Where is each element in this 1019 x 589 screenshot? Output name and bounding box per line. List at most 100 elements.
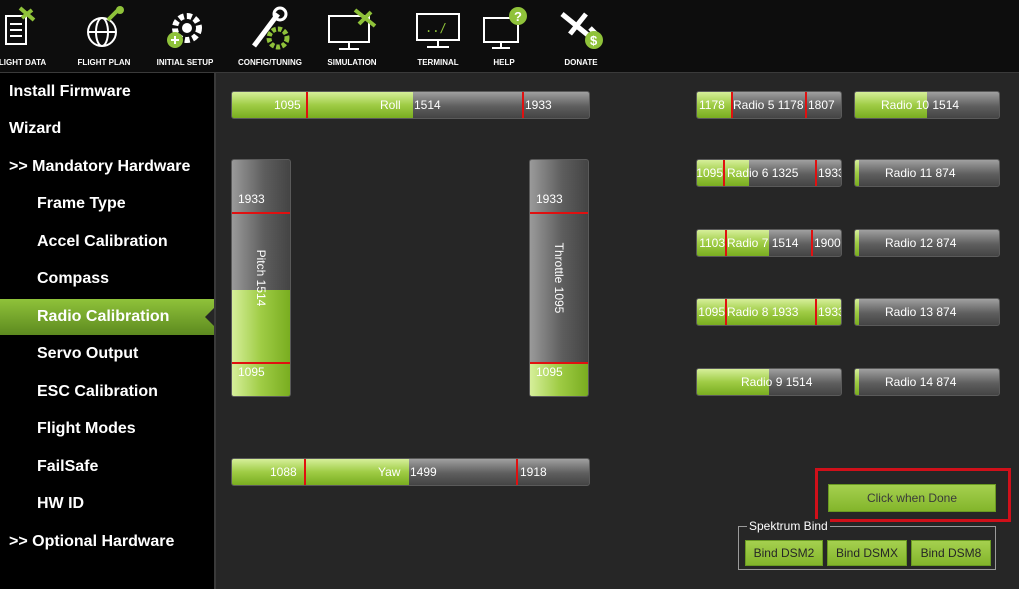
config-tuning-label: CONFIG/TUNING (238, 58, 302, 67)
sidebar: Install Firmware Wizard >> Mandatory Har… (0, 73, 216, 589)
radio-14-fill (855, 369, 859, 395)
radio-9-bar: Radio 9 1514 (696, 368, 842, 396)
radio-14-label: Radio 14 874 (885, 375, 957, 389)
radio-7-bar: 1103 Radio 7 1514 1900 (696, 229, 842, 257)
radio-10-label: Radio 10 1514 (881, 98, 960, 112)
radio-7-min: 1103 (699, 236, 725, 250)
pitch-label: Pitch 1514 (254, 249, 268, 307)
roll-label: Roll (380, 98, 401, 112)
roll-min-marker (306, 92, 308, 118)
pitch-bar: 1933 1095 Pitch 1514 (231, 159, 291, 397)
sidebar-item-servo-output[interactable]: Servo Output (0, 336, 214, 372)
svg-text:../: ../ (425, 21, 447, 35)
bind-dsmx-button[interactable]: Bind DSMX (827, 540, 907, 566)
yaw-max: 1918 (520, 465, 547, 479)
flight-data-icon (5, 6, 36, 45)
help-label: HELP (493, 58, 515, 67)
throttle-max: 1933 (536, 192, 563, 206)
sidebar-item-flight-modes[interactable]: Flight Modes (0, 411, 214, 447)
radio-6-label: Radio 6 1325 (727, 166, 799, 180)
pitch-max-marker (232, 212, 290, 214)
radio-6-min-marker (723, 160, 725, 186)
simulation-button[interactable]: SIMULATION (325, 0, 379, 72)
radio-12-label: Radio 12 874 (885, 236, 957, 250)
help-button[interactable]: ? HELP (480, 0, 528, 72)
wrench-gear-icon (252, 6, 290, 50)
radio-8-max: 1933 (818, 305, 841, 319)
radio-10-bar: Radio 10 1514 (854, 91, 1000, 119)
terminal-icon: ../ (416, 13, 460, 48)
radio-11-fill (855, 160, 859, 186)
radio-6-max: 1933 (818, 166, 841, 180)
gear-plus-icon (167, 13, 202, 48)
sidebar-item-compass[interactable]: Compass (0, 261, 214, 297)
sidebar-item-mandatory-hardware[interactable]: >> Mandatory Hardware (0, 149, 214, 185)
throttle-min-marker (530, 362, 588, 364)
sidebar-item-hw-id[interactable]: HW ID (0, 486, 214, 522)
radio-5-label: Radio 5 1178 (733, 98, 804, 112)
radio-5-bar: 1178 Radio 5 1178 1807 (696, 91, 842, 119)
roll-bar: 1095 Roll 1514 1933 (231, 91, 590, 119)
initial-setup-label: INITIAL SETUP (156, 58, 214, 67)
radio-14-bar: Radio 14 874 (854, 368, 1000, 396)
roll-value: 1514 (414, 98, 441, 112)
yaw-label: Yaw (378, 465, 401, 479)
flight-data-label: FLIGHT DATA (0, 58, 47, 67)
radio-5-max: 1807 (808, 98, 835, 112)
config-tuning-button[interactable]: CONFIG/TUNING (238, 0, 302, 72)
pitch-min: 1095 (238, 365, 265, 379)
throttle-label: Throttle 1095 (552, 242, 566, 314)
throttle-max-marker (530, 212, 588, 214)
radio-5-min: 1178 (699, 98, 725, 112)
selected-arrow-icon (205, 308, 214, 326)
radio-8-label: Radio 8 1933 (727, 305, 799, 319)
flight-plan-label: FLIGHT PLAN (77, 58, 131, 67)
flight-plan-icon (87, 6, 124, 47)
terminal-label: TERMINAL (417, 58, 459, 67)
radio-13-bar: Radio 13 874 (854, 298, 1000, 326)
radio-13-fill (855, 299, 859, 325)
yaw-bar: 1088 Yaw 1499 1918 (231, 458, 590, 486)
bind-dsm2-button[interactable]: Bind DSM2 (745, 540, 823, 566)
sidebar-item-frame-type[interactable]: Frame Type (0, 186, 214, 222)
radio-8-bar: 1095 Radio 8 1933 1933 (696, 298, 842, 326)
radio-8-min: 1095 (698, 305, 725, 319)
radio-11-bar: Radio 11 874 (854, 159, 1000, 187)
sidebar-item-optional-hardware[interactable]: >> Optional Hardware (0, 524, 214, 560)
click-when-done-button[interactable]: Click when Done (828, 484, 996, 512)
spektrum-bind-group: Spektrum Bind Bind DSM2 Bind DSMX Bind D… (738, 519, 996, 570)
donate-button[interactable]: $ DONATE (556, 0, 606, 72)
sidebar-item-wizard[interactable]: Wizard (0, 111, 214, 147)
radio-8-max-marker (815, 299, 817, 325)
sidebar-item-install-firmware[interactable]: Install Firmware (0, 74, 214, 110)
radio-12-fill (855, 230, 859, 256)
flight-plan-button[interactable]: FLIGHT PLAN (78, 0, 130, 72)
initial-setup-button[interactable]: INITIAL SETUP (157, 0, 213, 72)
roll-min: 1095 (274, 98, 301, 112)
radio-5-max-marker (805, 92, 807, 118)
pitch-min-marker (232, 362, 290, 364)
yaw-min: 1088 (270, 465, 297, 479)
terminal-button[interactable]: ../ TERMINAL (413, 0, 463, 72)
sidebar-item-esc-calibration[interactable]: ESC Calibration (0, 374, 214, 410)
sidebar-item-accel-calibration[interactable]: Accel Calibration (0, 224, 214, 260)
bind-dsm8-button[interactable]: Bind DSM8 (911, 540, 991, 566)
sidebar-item-radio-calibration[interactable]: Radio Calibration (0, 299, 214, 335)
help-icon: ? (483, 7, 527, 49)
radio-7-max-marker (811, 230, 813, 256)
main-toolbar: FLIGHT DATA FLIGHT PLAN INITIAL SETUP CO… (0, 0, 1019, 73)
sidebar-item-label: Radio Calibration (37, 308, 170, 325)
radio-12-bar: Radio 12 874 (854, 229, 1000, 257)
yaw-min-marker (304, 459, 306, 485)
roll-max-marker (522, 92, 524, 118)
radio-6-max-marker (815, 160, 817, 186)
radio-9-label: Radio 9 1514 (741, 375, 813, 389)
flight-data-button[interactable]: FLIGHT DATA (0, 0, 46, 72)
throttle-min: 1095 (536, 365, 563, 379)
donate-label: DONATE (564, 58, 598, 67)
radio-6-min: 1095 (696, 166, 723, 180)
monitor-plane-icon (328, 8, 377, 50)
yaw-max-marker (516, 459, 518, 485)
sidebar-item-failsafe[interactable]: FailSafe (0, 449, 214, 485)
plane-dollar-icon: $ (560, 12, 603, 49)
